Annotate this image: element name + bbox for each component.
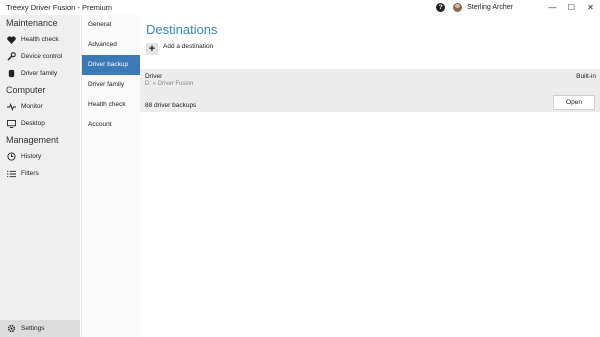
add-destination-row[interactable]: + Add a destination xyxy=(146,43,213,55)
subnav-item-driver-family[interactable]: Driver family xyxy=(82,75,140,95)
left-nav: Maintenance Health check Device control … xyxy=(0,15,80,337)
nav-item-history[interactable]: History xyxy=(0,148,80,165)
nav-group-maintenance: Maintenance xyxy=(6,18,58,28)
app-title: Treexy Driver Fusion - Premium xyxy=(6,3,112,12)
title-bar: Treexy Driver Fusion - Premium ? Sterlin… xyxy=(0,0,600,15)
close-button[interactable]: ✕ xyxy=(581,0,600,15)
nav-item-desktop[interactable]: Desktop xyxy=(0,115,80,132)
list-icon xyxy=(6,169,16,179)
avatar[interactable] xyxy=(453,3,463,12)
gear-icon xyxy=(6,324,16,334)
cylinder-icon xyxy=(6,69,16,79)
settings-subnav: General Advanced Driver backup Driver fa… xyxy=(81,15,141,337)
wrench-icon xyxy=(6,52,16,62)
nav-item-label: Device control xyxy=(21,53,63,60)
subnav-item-general[interactable]: General xyxy=(82,15,140,35)
nav-group-management: Management xyxy=(6,135,59,145)
title-bar-controls: ? Sterling Archer — ☐ ✕ xyxy=(436,0,600,15)
nav-item-filters[interactable]: Filters xyxy=(0,165,80,182)
subnav-item-driver-backup[interactable]: Driver backup xyxy=(82,55,140,75)
destination-item[interactable]: Driver D: » Driver Fusion Built-in 88 dr… xyxy=(140,69,600,112)
maximize-button[interactable]: ☐ xyxy=(562,0,581,15)
minimize-button[interactable]: — xyxy=(543,0,562,15)
open-button[interactable]: Open xyxy=(553,95,595,110)
destination-backup-count: 88 driver backups xyxy=(145,102,197,109)
nav-item-label: Driver family xyxy=(21,70,58,77)
history-icon xyxy=(6,152,16,162)
main-content: Destinations + Add a destination Driver … xyxy=(140,15,600,337)
nav-item-label: Monitor xyxy=(21,103,43,110)
subnav-item-health-check[interactable]: Health check xyxy=(82,95,140,115)
monitor-icon xyxy=(6,119,16,129)
settings-label: Settings xyxy=(21,325,45,332)
page-title: Destinations xyxy=(146,22,218,37)
nav-item-label: Desktop xyxy=(21,120,45,127)
plus-icon[interactable]: + xyxy=(146,43,158,55)
destination-name: Driver xyxy=(145,73,163,80)
nav-item-driver-family[interactable]: Driver family xyxy=(0,65,80,82)
nav-item-device-control[interactable]: Device control xyxy=(0,48,80,65)
nav-item-label: Filters xyxy=(21,170,39,177)
nav-item-health-check[interactable]: Health check xyxy=(0,31,80,48)
nav-item-label: History xyxy=(21,153,42,160)
nav-group-computer: Computer xyxy=(6,85,46,95)
nav-item-label: Health check xyxy=(21,36,59,43)
nav-item-settings[interactable]: Settings xyxy=(0,320,80,337)
subnav-item-advanced[interactable]: Advanced xyxy=(82,35,140,55)
user-name[interactable]: Sterling Archer xyxy=(467,4,513,11)
destination-type-badge: Built-in xyxy=(576,73,596,80)
destination-path: D: » Driver Fusion xyxy=(145,81,194,87)
add-destination-label[interactable]: Add a destination xyxy=(163,43,213,50)
subnav-item-account[interactable]: Account xyxy=(82,115,140,135)
help-icon[interactable]: ? xyxy=(436,3,446,12)
heart-icon xyxy=(6,35,16,45)
pulse-icon xyxy=(6,102,16,112)
nav-item-monitor[interactable]: Monitor xyxy=(0,98,80,115)
